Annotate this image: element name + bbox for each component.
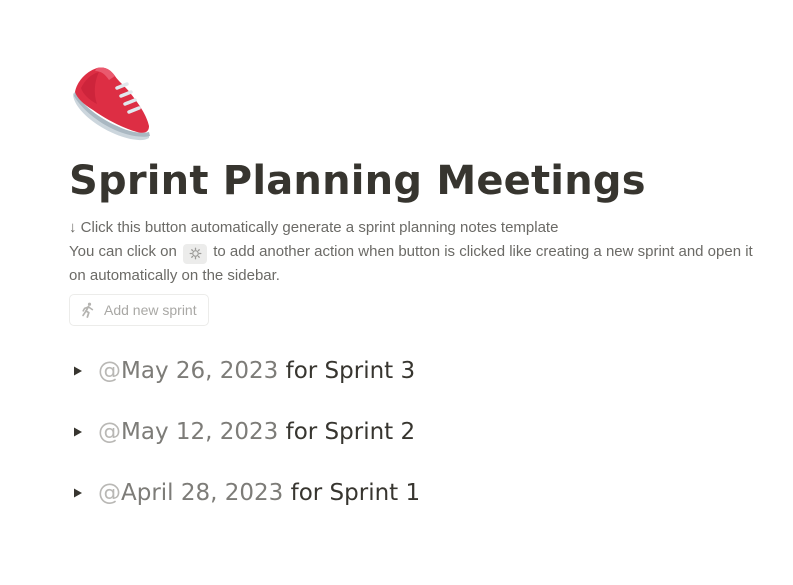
sprint-toggle[interactable]: @May 12, 2023 for Sprint 2 <box>73 415 420 449</box>
description-line-2: You can click on to add another action w… <box>69 240 759 288</box>
mention-at: @ <box>98 419 121 445</box>
sprint-label: for Sprint 1 <box>290 480 421 506</box>
toggle-arrow-icon[interactable] <box>73 488 95 498</box>
add-new-sprint-button[interactable]: Add new sprint <box>69 294 209 326</box>
running-shoe-icon[interactable] <box>71 66 151 144</box>
sprint-heading: @May 12, 2023 for Sprint 2 <box>98 419 415 445</box>
mention-at: @ <box>98 480 121 506</box>
sprint-toggle-list: @May 26, 2023 for Sprint 3 @May 12, 2023… <box>73 354 420 537</box>
description-line-1: ↓ Click this button automatically genera… <box>69 216 759 240</box>
date-mention[interactable]: April 28, 2023 <box>121 480 283 506</box>
down-arrow-icon: ↓ <box>69 219 77 236</box>
sprint-heading: @May 26, 2023 for Sprint 3 <box>98 358 415 384</box>
description-text-2a: You can click on <box>69 243 177 260</box>
sprint-heading: @April 28, 2023 for Sprint 1 <box>98 480 420 506</box>
running-person-icon <box>80 302 96 318</box>
date-mention[interactable]: May 26, 2023 <box>121 358 278 384</box>
date-mention[interactable]: May 12, 2023 <box>121 419 278 445</box>
page-description: ↓ Click this button automatically genera… <box>69 216 759 288</box>
sprint-label: for Sprint 2 <box>285 419 416 445</box>
page-title: Sprint Planning Meetings <box>69 158 646 204</box>
sprint-label: for Sprint 3 <box>285 358 416 384</box>
gear-icon <box>183 243 208 264</box>
sprint-toggle[interactable]: @April 28, 2023 for Sprint 1 <box>73 476 420 510</box>
toggle-arrow-icon[interactable] <box>73 427 95 437</box>
add-new-sprint-label: Add new sprint <box>104 302 197 318</box>
description-text-1: Click this button automatically generate… <box>80 219 559 236</box>
toggle-arrow-icon[interactable] <box>73 366 95 376</box>
mention-at: @ <box>98 358 121 384</box>
sprint-toggle[interactable]: @May 26, 2023 for Sprint 3 <box>73 354 420 388</box>
